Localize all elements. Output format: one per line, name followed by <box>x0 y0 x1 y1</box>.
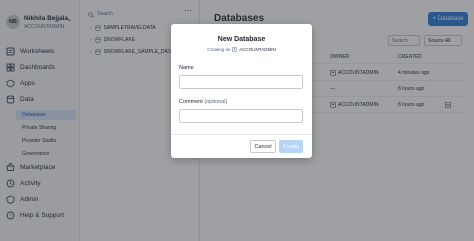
comment-label: Comment (optional) <box>179 99 227 105</box>
role-icon <box>232 47 238 52</box>
dialog-title: New Database <box>217 36 266 43</box>
role-name: ACCOUNTADMIN <box>239 47 276 52</box>
dialog-subtitle: Creating as ACCOUNTADMIN <box>171 47 312 52</box>
create-button[interactable]: Create <box>279 140 303 153</box>
new-database-dialog: New Database Creating as ACCOUNTADMIN Na… <box>171 24 312 158</box>
optional-hint: (optional) <box>204 99 228 105</box>
dialog-divider <box>171 134 312 135</box>
database-name-input[interactable] <box>179 75 303 89</box>
comment-label-text: Comment <box>179 99 203 105</box>
name-label: Name <box>179 65 194 71</box>
creating-as-label: Creating as <box>207 47 231 52</box>
comment-input[interactable] <box>179 109 303 123</box>
cancel-button[interactable]: Cancel <box>250 140 276 153</box>
